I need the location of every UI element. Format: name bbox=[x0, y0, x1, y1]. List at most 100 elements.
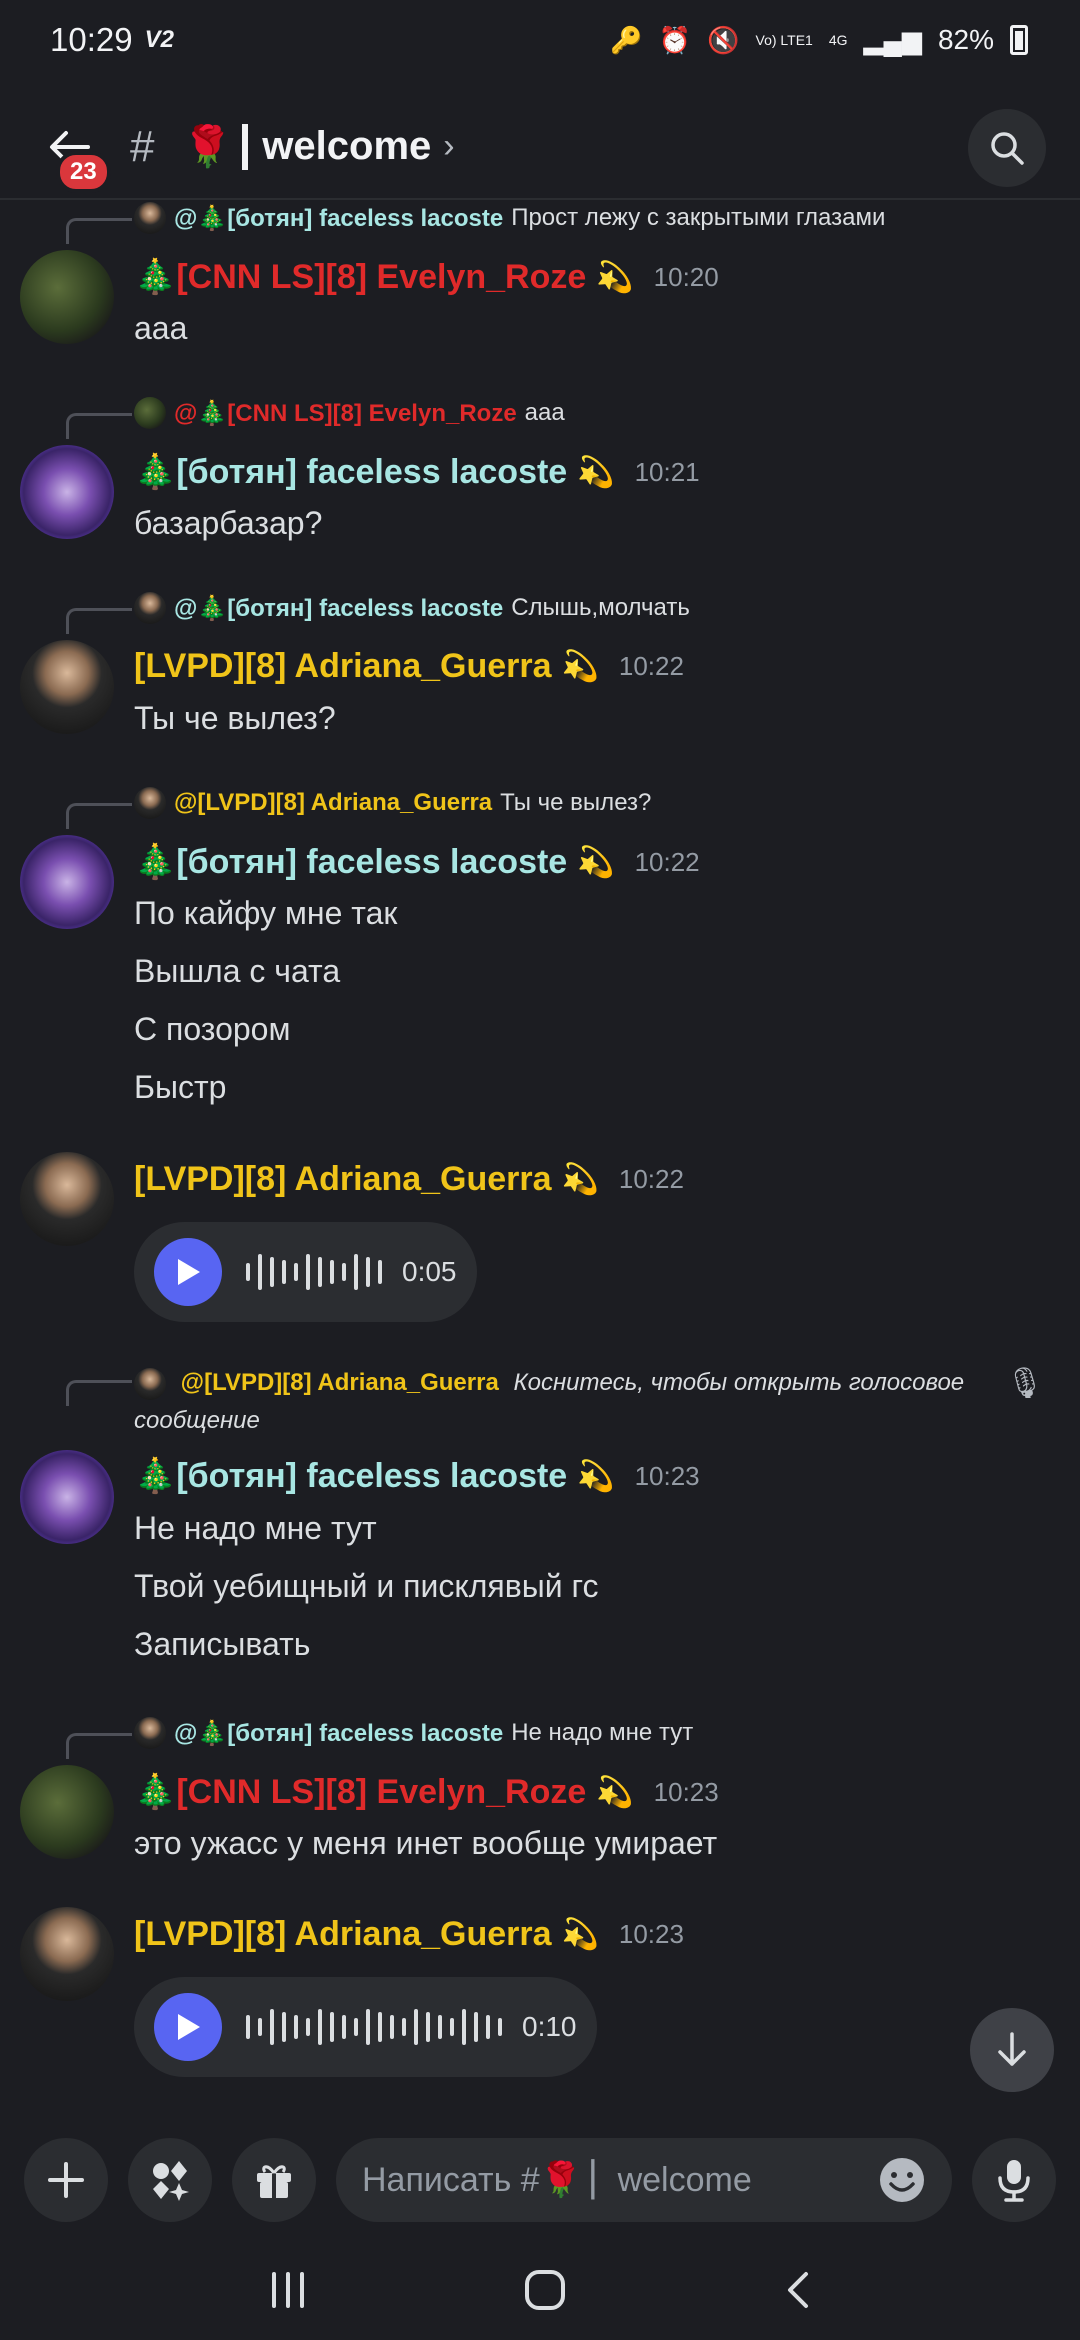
author-name[interactable]: 🎄[CNN LS][8] Evelyn_Roze bbox=[134, 257, 586, 297]
boost-icon: 💫 bbox=[577, 455, 615, 489]
gift-button[interactable] bbox=[232, 2138, 316, 2222]
author-name[interactable]: [LVPD][8] Adriana_Guerra bbox=[134, 1160, 552, 1199]
system-nav-bar bbox=[0, 2240, 1080, 2340]
message-text: С позором bbox=[134, 1011, 291, 1047]
unread-badge: 23 bbox=[56, 150, 111, 193]
reply-preview[interactable]: @🎄[CNN LS][8] Evelyn_Roze ааа bbox=[134, 397, 565, 429]
plus-icon bbox=[48, 2162, 84, 2198]
waveform-bar bbox=[354, 1254, 358, 1290]
mute-icon: 🔇 bbox=[707, 24, 740, 55]
reply-author: @[LVPD][8] Adriana_Guerra bbox=[174, 789, 493, 816]
waveform-bar bbox=[282, 2012, 286, 2042]
avatar[interactable] bbox=[20, 1907, 114, 2001]
waveform-bar bbox=[318, 2009, 322, 2045]
waveform-bar bbox=[270, 2009, 274, 2045]
avatar[interactable] bbox=[20, 835, 114, 929]
timestamp: 10:20 bbox=[653, 261, 719, 292]
message-text: Твой уебищный и писклявый гс bbox=[134, 1568, 599, 1604]
author-name[interactable]: 🎄[ботян] faceless lacoste bbox=[134, 842, 567, 882]
boost-icon: 💫 bbox=[577, 845, 615, 879]
emoji-icon[interactable] bbox=[878, 2156, 926, 2204]
waveform-bar bbox=[354, 2018, 358, 2036]
message-list[interactable]: @🎄[ботян] faceless lacoste Прост лежу с … bbox=[0, 202, 1080, 2122]
waveform-bar bbox=[414, 2009, 418, 2045]
attach-button[interactable] bbox=[24, 2138, 108, 2222]
reply-preview[interactable]: @[LVPD][8] Adriana_Guerra Коснитесь, что… bbox=[134, 1364, 1014, 1440]
play-icon bbox=[178, 1259, 200, 1285]
voice-record-button[interactable] bbox=[972, 2138, 1056, 2222]
author-name[interactable]: 🎄[ботян] faceless lacoste bbox=[134, 452, 567, 492]
author-row: [LVPD][8] Adriana_Guerra 💫 10:23 bbox=[134, 1915, 684, 1954]
reply-preview[interactable]: @🎄[ботян] faceless lacoste Не надо мне т… bbox=[134, 1717, 693, 1749]
network-gen-label: 4G bbox=[828, 32, 848, 48]
home-icon[interactable] bbox=[523, 2268, 567, 2312]
back-icon[interactable] bbox=[782, 2270, 812, 2310]
name-divider bbox=[242, 123, 249, 170]
waveform-bar bbox=[330, 1260, 334, 1284]
author-name[interactable]: 🎄[ботян] faceless lacoste bbox=[134, 1456, 567, 1496]
waveform-bar bbox=[402, 2018, 406, 2036]
reply-avatar bbox=[134, 397, 166, 429]
signal-icon: ▂▄▆ bbox=[863, 24, 922, 55]
reply-preview[interactable]: @[LVPD][8] Adriana_Guerra Ты че вылез? bbox=[134, 787, 651, 819]
battery-icon bbox=[1010, 25, 1028, 55]
reply-text: ааа bbox=[524, 399, 565, 426]
author-name[interactable]: [LVPD][8] Adriana_Guerra bbox=[134, 647, 552, 686]
avatar[interactable] bbox=[20, 250, 114, 344]
reply-text: Ты че вылез? bbox=[500, 789, 652, 816]
waveform-bar bbox=[462, 2009, 466, 2045]
author-row: [LVPD][8] Adriana_Guerra 💫 10:22 bbox=[134, 1160, 684, 1199]
avatar[interactable] bbox=[20, 1152, 114, 1246]
reply-avatar bbox=[134, 787, 166, 819]
waveform-bar bbox=[342, 2015, 346, 2039]
message-text: Не надо мне тут bbox=[134, 1510, 377, 1546]
battery-percent: 82% bbox=[937, 24, 994, 55]
boost-icon: 💫 bbox=[561, 1918, 599, 1951]
message-text: это ужасс у меня инет вообще умирает bbox=[134, 1825, 718, 1861]
voice-duration: 0:05 bbox=[402, 1256, 457, 1287]
channel-title[interactable]: welcome bbox=[262, 124, 431, 169]
reply-connector bbox=[66, 608, 132, 634]
author-row: 🎄[ботян] faceless lacoste 💫 10:23 bbox=[134, 1456, 700, 1496]
waveform-bar bbox=[366, 2009, 370, 2045]
waveform-bar bbox=[390, 2015, 394, 2039]
author-name[interactable]: 🎄[CNN LS][8] Evelyn_Roze bbox=[134, 1772, 586, 1812]
message-text: По кайфу мне так bbox=[134, 895, 398, 931]
message-text: ааа bbox=[134, 310, 188, 346]
search-button[interactable] bbox=[968, 109, 1046, 187]
play-icon bbox=[178, 2014, 200, 2040]
back-button[interactable]: 23 bbox=[40, 117, 111, 193]
status-left: 10:29 V2 bbox=[50, 21, 174, 59]
voice-message[interactable]: 0:10 bbox=[134, 1977, 597, 2077]
jump-to-bottom-button[interactable] bbox=[970, 2008, 1054, 2092]
status-time: 10:29 bbox=[50, 21, 133, 58]
message-input[interactable]: Написать #🌹 ▏welcome bbox=[336, 2138, 952, 2222]
waveform-bar bbox=[258, 1254, 262, 1290]
chevron-right-icon: › bbox=[443, 127, 455, 165]
waveform-bar bbox=[378, 2012, 382, 2042]
avatar[interactable] bbox=[20, 640, 114, 734]
voice-message[interactable]: 0:05 bbox=[134, 1222, 477, 1322]
recents-icon[interactable] bbox=[268, 2272, 308, 2308]
reply-connector bbox=[66, 1733, 132, 1759]
reply-text: Прост лежу с закрытыми глазами bbox=[511, 204, 886, 231]
play-button[interactable] bbox=[154, 1993, 222, 2061]
message-text: Быстр bbox=[134, 1069, 227, 1105]
avatar[interactable] bbox=[20, 1765, 114, 1859]
timestamp: 10:23 bbox=[634, 1460, 700, 1491]
timestamp: 10:21 bbox=[634, 456, 700, 487]
play-button[interactable] bbox=[154, 1238, 222, 1306]
status-bar: 10:29 V2 🔑 ⏰ 🔇 Vo) LTE1 4G ▂▄▆ 82% bbox=[0, 0, 1080, 80]
reply-preview[interactable]: @🎄[ботян] faceless lacoste Слышь,молчать bbox=[134, 592, 690, 624]
waveform-bar bbox=[258, 2018, 262, 2036]
alarm-icon: ⏰ bbox=[658, 24, 692, 55]
reply-preview[interactable]: @🎄[ботян] faceless lacoste Прост лежу с … bbox=[134, 202, 885, 234]
waveform bbox=[246, 1254, 382, 1290]
timestamp: 10:22 bbox=[634, 846, 700, 877]
timestamp: 10:22 bbox=[618, 651, 684, 681]
avatar[interactable] bbox=[20, 445, 114, 539]
waveform-bar bbox=[270, 1257, 274, 1287]
avatar[interactable] bbox=[20, 1450, 114, 1544]
author-name[interactable]: [LVPD][8] Adriana_Guerra bbox=[134, 1915, 552, 1954]
apps-button[interactable] bbox=[128, 2138, 212, 2222]
